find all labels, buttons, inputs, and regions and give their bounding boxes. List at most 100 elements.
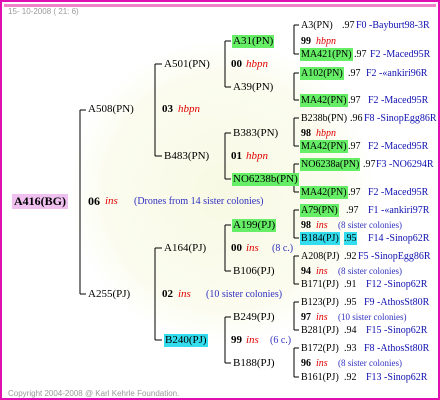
g3-queen-number: 96	[301, 358, 311, 369]
g4-queen-id[interactable]: A102(PN)	[300, 67, 344, 80]
g2-queen-id[interactable]: B240(PJ)	[164, 334, 208, 347]
g4-queen-reference: F2 -Maced95R	[368, 187, 429, 198]
g4-queen-id[interactable]: B171(PJ)	[301, 278, 339, 291]
g3-queen-id[interactable]: B249(PJ)	[233, 311, 275, 324]
g1-queen-id[interactable]: A508(PN)	[88, 103, 134, 116]
g4-queen-reference: F2 -Maced95R	[370, 49, 431, 60]
g1-queen-number: 02	[162, 288, 173, 300]
g3-queen-number: 98	[301, 128, 311, 139]
g1-sister-note: (10 sister colonies)	[206, 289, 283, 300]
g3-queen-id[interactable]: B106(PJ)	[233, 265, 275, 278]
g4-queen-id[interactable]: B161(PJ)	[301, 371, 339, 384]
g4-queen-year: .92	[344, 372, 357, 383]
g4-queen-id[interactable]: MA42(PN)	[300, 186, 348, 199]
g4-queen-year: .96	[350, 113, 363, 124]
pedigree-frame: 15- 10-2008 ( 21: 6) Copyright 2004-2008…	[0, 0, 440, 400]
g4-queen-reference: F0 -Bayburt98-3R	[356, 20, 430, 31]
g2-queen-symbol: hbpn	[246, 58, 268, 70]
g4-queen-id[interactable]: A79(PN)	[300, 204, 339, 217]
g4-queen-id[interactable]: MA42(PN)	[300, 140, 348, 153]
g2-queen-id[interactable]: A501(PN)	[164, 58, 210, 71]
g4-queen-id[interactable]: A3(PN)	[301, 19, 333, 32]
g3-queen-id[interactable]: B383(PN)	[233, 127, 278, 140]
g4-queen-reference: F9 -AthosSt80R	[364, 297, 430, 308]
g4-queen-id[interactable]: B184(PJ)	[300, 232, 340, 245]
g4-queen-reference: F2 -Maced95R	[368, 95, 429, 106]
g2-queen-number: 01	[231, 150, 242, 162]
g1-queen-number: 03	[162, 103, 173, 115]
g4-queen-id[interactable]: B123(PJ)	[301, 296, 339, 309]
g4-queen-reference: F2 -Maced95R	[368, 141, 429, 152]
g4-queen-year: .97	[363, 159, 376, 170]
g2-queen-symbol: ins	[246, 334, 259, 346]
g4-queen-reference: F1 -«ankiri97R	[368, 205, 430, 216]
g4-queen-reference: F8 -SinopEgg86R	[364, 113, 437, 124]
g3-queen-symbol: hbpn	[316, 36, 336, 47]
g4-queen-year: .92	[344, 251, 357, 262]
g3-queen-id[interactable]: NO6238b(PN)	[232, 173, 299, 186]
g2-sister-note: (6 c.)	[270, 335, 292, 346]
g3-queen-number: 94	[301, 266, 311, 277]
g2-queen-symbol: hbpn	[246, 150, 268, 162]
g4-queen-reference: F15 -Sinop62R	[366, 325, 428, 336]
g1-queen-id[interactable]: A255(PJ)	[88, 288, 130, 301]
g4-queen-year: .97	[342, 20, 355, 31]
g1-queen-symbol: ins	[178, 288, 191, 300]
g4-queen-year: .97	[348, 141, 361, 152]
g3-queen-id[interactable]: B188(PJ)	[233, 357, 275, 370]
g4-queen-reference: F2 -«ankiri96R	[366, 68, 428, 79]
g4-queen-reference: F13 -Sinop62R	[366, 372, 428, 383]
g4-queen-year: .94	[344, 325, 357, 336]
root-drone-note: (Drones from 14 sister colonies)	[134, 196, 264, 207]
g3-queen-number: 97	[301, 312, 311, 323]
timestamp-header: 15- 10-2008 ( 21: 6)	[8, 7, 79, 16]
g3-queen-symbol: hbpn	[316, 128, 336, 139]
g3-sister-note: (10 sister colonies)	[338, 312, 407, 322]
g4-queen-year: .93	[344, 343, 357, 354]
g3-sister-note: (8 sister colonies)	[338, 266, 402, 276]
root-queen-id[interactable]: A416(BG)	[12, 194, 68, 209]
g4-queen-id[interactable]: MA42(PN)	[300, 94, 348, 107]
g3-queen-symbol: ins	[316, 358, 328, 369]
g4-queen-year: .97	[348, 95, 361, 106]
g3-queen-id[interactable]: A39(PN)	[233, 81, 273, 94]
g2-queen-number: 99	[231, 334, 242, 346]
g4-queen-id[interactable]: B172(PJ)	[301, 342, 339, 355]
g4-queen-year: .97	[354, 49, 367, 60]
g4-queen-id[interactable]: NO6238a(PN)	[300, 158, 361, 171]
g4-queen-year: .95	[344, 232, 357, 245]
g3-sister-note: (8 sister colonies)	[338, 220, 402, 230]
g4-queen-year: .91	[344, 279, 357, 290]
g4-queen-year: .95	[344, 297, 357, 308]
g4-queen-reference: F3 -NO6294R	[376, 159, 434, 170]
g2-queen-symbol: ins	[246, 242, 259, 254]
g4-queen-id[interactable]: B238b(PN)	[301, 112, 347, 125]
g3-queen-symbol: ins	[316, 266, 328, 277]
g4-queen-reference: F5 -SinopEgg86R	[358, 251, 431, 262]
g3-queen-number: 99	[301, 36, 311, 47]
copyright-footer: Copyright 2004-2008 @ Karl Kehrle Founda…	[8, 389, 180, 398]
g2-sister-note: (8 c.)	[272, 243, 294, 254]
g2-queen-number: 00	[231, 242, 242, 254]
g4-queen-year: .97	[346, 205, 359, 216]
g3-sister-note: (8 sister colonies)	[338, 358, 402, 368]
g4-queen-id[interactable]: A208(PJ)	[301, 250, 339, 263]
g4-queen-year: .97	[348, 187, 361, 198]
root-queen-number: 06	[88, 194, 100, 208]
root-queen-symbol: ins	[105, 195, 118, 207]
g3-queen-id[interactable]: A199(PJ)	[232, 219, 277, 232]
g3-queen-symbol: ins	[316, 220, 328, 231]
g4-queen-reference: F8 -AthosSt80R	[364, 343, 430, 354]
g4-queen-reference: F14 -Sinop62R	[368, 233, 430, 244]
g4-queen-id[interactable]: MA421(PN)	[300, 48, 353, 61]
g4-queen-reference: F12 -Sinop62R	[366, 279, 428, 290]
g1-queen-symbol: hbpn	[178, 103, 200, 115]
g2-queen-number: 00	[231, 58, 242, 70]
g3-queen-number: 98	[301, 220, 311, 231]
g3-queen-symbol: ins	[316, 312, 328, 323]
g4-queen-year: .97	[348, 68, 361, 79]
g4-queen-id[interactable]: B281(PJ)	[301, 324, 339, 337]
g2-queen-id[interactable]: A164(PJ)	[164, 242, 206, 255]
g2-queen-id[interactable]: B483(PN)	[164, 150, 209, 163]
g3-queen-id[interactable]: A31(PN)	[232, 35, 275, 48]
